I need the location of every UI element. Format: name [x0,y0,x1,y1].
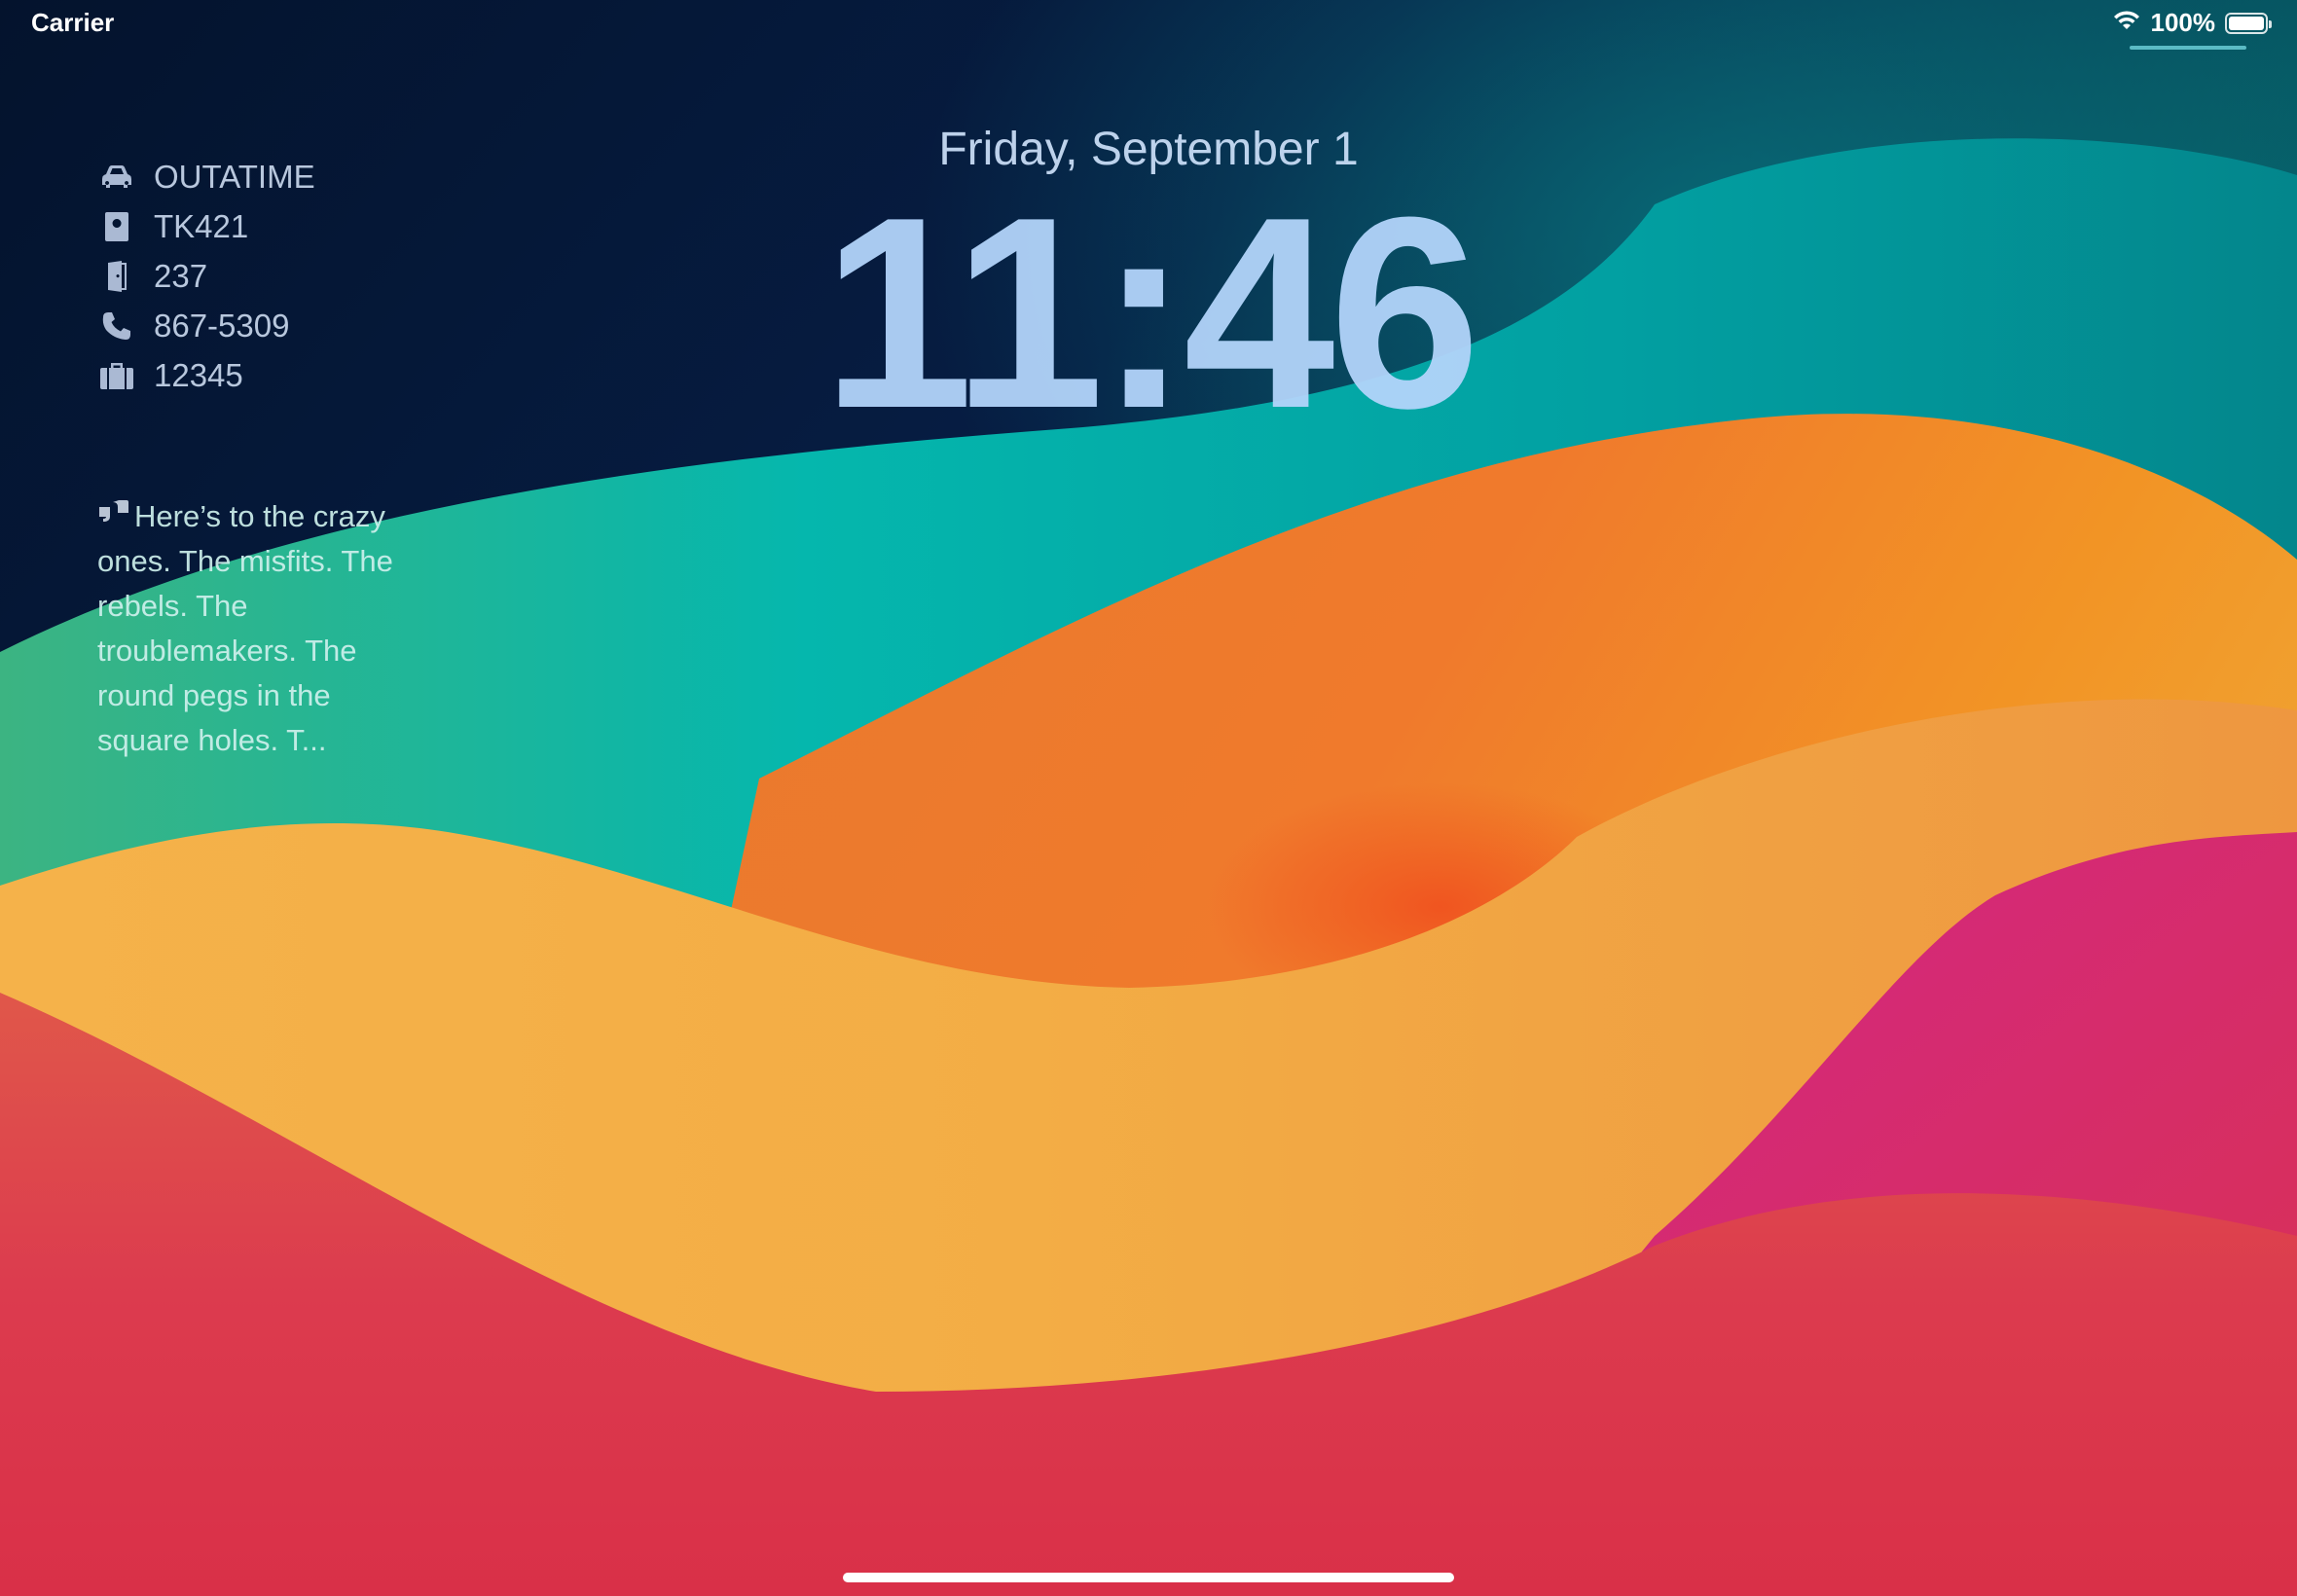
status-bar-right: 100% [2112,8,2272,38]
car-icon [97,158,136,197]
battery-full-icon [2225,12,2272,34]
phone-icon [97,307,136,345]
info-item-phone: 867-5309 [97,301,315,350]
suitcase-icon [97,356,136,395]
info-item-value: 12345 [154,356,243,393]
info-item-badge: TK421 [97,201,315,251]
lock-screen: Carrier 100% Friday, September 1 11:46 O… [0,0,2297,1596]
info-widget[interactable]: OUTATIME TK421 237 867-5309 12345 [97,152,315,400]
battery-percent: 100% [2150,8,2216,37]
info-item-value: 237 [154,257,208,294]
quote-text: Here’s to the crazy ones. The misfits. T… [97,499,393,757]
quote-widget[interactable]: Here’s to the crazy ones. The misfits. T… [97,492,419,763]
info-item-room: 237 [97,251,315,301]
info-item-value: OUTATIME [154,158,315,195]
info-item-luggage: 12345 [97,350,315,400]
info-item-value: TK421 [154,207,249,244]
status-indicator-bar [2130,46,2246,50]
home-indicator[interactable] [843,1573,1454,1582]
door-icon [97,257,136,296]
info-item-value: 867-5309 [154,307,290,344]
carrier-label: Carrier [31,8,115,37]
info-item-plate: OUTATIME [97,152,315,201]
id-badge-icon [97,207,136,246]
quote-icon [97,492,130,522]
wifi-icon [2112,8,2141,38]
lock-time: 11:46 [821,162,1481,465]
